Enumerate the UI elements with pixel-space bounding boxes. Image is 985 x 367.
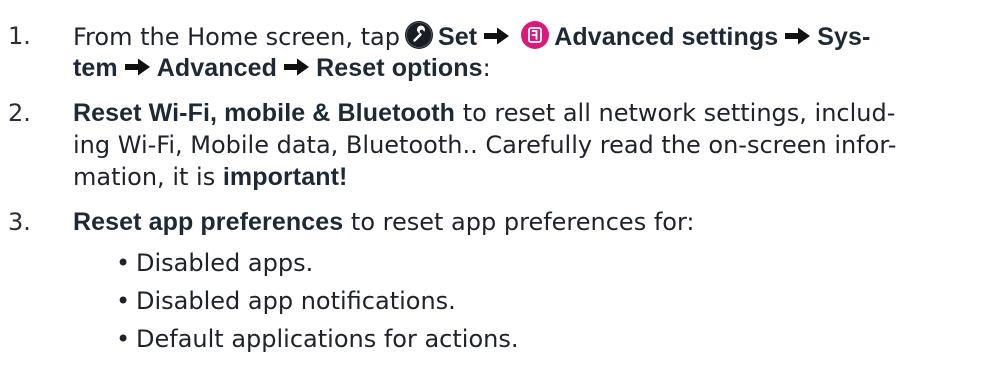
step-2-line-1: Reset Wi-Fi, mobile & Bluetooth to reset…	[73, 97, 895, 129]
right-arrow-icon	[483, 26, 510, 46]
important-label: important!	[222, 163, 348, 191]
step-1-trailing-colon: :	[482, 54, 491, 82]
wrench-icon	[404, 20, 434, 50]
right-arrow-icon	[283, 57, 310, 77]
step-1-line-2: tem Advanced Reset options:	[73, 52, 491, 84]
set-label: Set	[438, 23, 478, 51]
system-label-part-2: tem	[73, 54, 118, 82]
list-item: • Default applications for actions.	[0, 322, 985, 356]
document-page: 1. From the Home screen, tap Set Advance…	[0, 0, 985, 367]
system-label-part-1: Sys-	[817, 23, 871, 51]
step-number: 1.	[8, 22, 31, 50]
step-2-line-2: ing Wi-Fi, Mobile data, Bluetooth.. Care…	[73, 129, 896, 161]
right-arrow-icon	[784, 26, 811, 46]
list-item: • Disabled app notifications.	[0, 284, 985, 318]
bullet-glyph: •	[116, 287, 131, 315]
advanced-label: Advanced	[156, 54, 278, 82]
step-2-description-end: mation, it is	[73, 163, 216, 191]
list-item: • Disabled apps.	[0, 246, 985, 280]
reset-options-label: Reset options	[316, 54, 483, 82]
step-3-description: to reset app preferences for:	[350, 208, 695, 236]
step-2-description-continued: ing Wi-Fi, Mobile data, Bluetooth.. Care…	[73, 131, 897, 159]
reset-network-label: Reset Wi-Fi, mobile & Bluetooth	[73, 99, 456, 127]
right-arrow-icon	[124, 57, 151, 77]
step-2-description: to reset all network settings, includ-	[462, 99, 896, 127]
step-1-line-1: From the Home screen, tap Set Advanced s…	[73, 20, 870, 53]
step-number: 2.	[8, 99, 31, 127]
bullet-glyph: •	[116, 249, 131, 277]
step-3-line-1: Reset app preferences to reset app prefe…	[73, 206, 695, 238]
list-item-text: Disabled apps.	[136, 249, 314, 277]
list-item-text: Disabled app notifications.	[136, 287, 456, 315]
step-number: 3.	[8, 208, 31, 236]
reset-app-preferences-label: Reset app preferences	[73, 208, 344, 236]
list-item-text: Default applications for actions.	[136, 325, 519, 353]
advanced-settings-icon	[520, 20, 550, 50]
advanced-settings-label: Advanced settings	[554, 23, 779, 51]
bullet-glyph: •	[116, 325, 131, 353]
step-2-line-3: mation, it is important!	[73, 161, 347, 193]
step-1-intro-text: From the Home screen, tap	[73, 23, 400, 51]
